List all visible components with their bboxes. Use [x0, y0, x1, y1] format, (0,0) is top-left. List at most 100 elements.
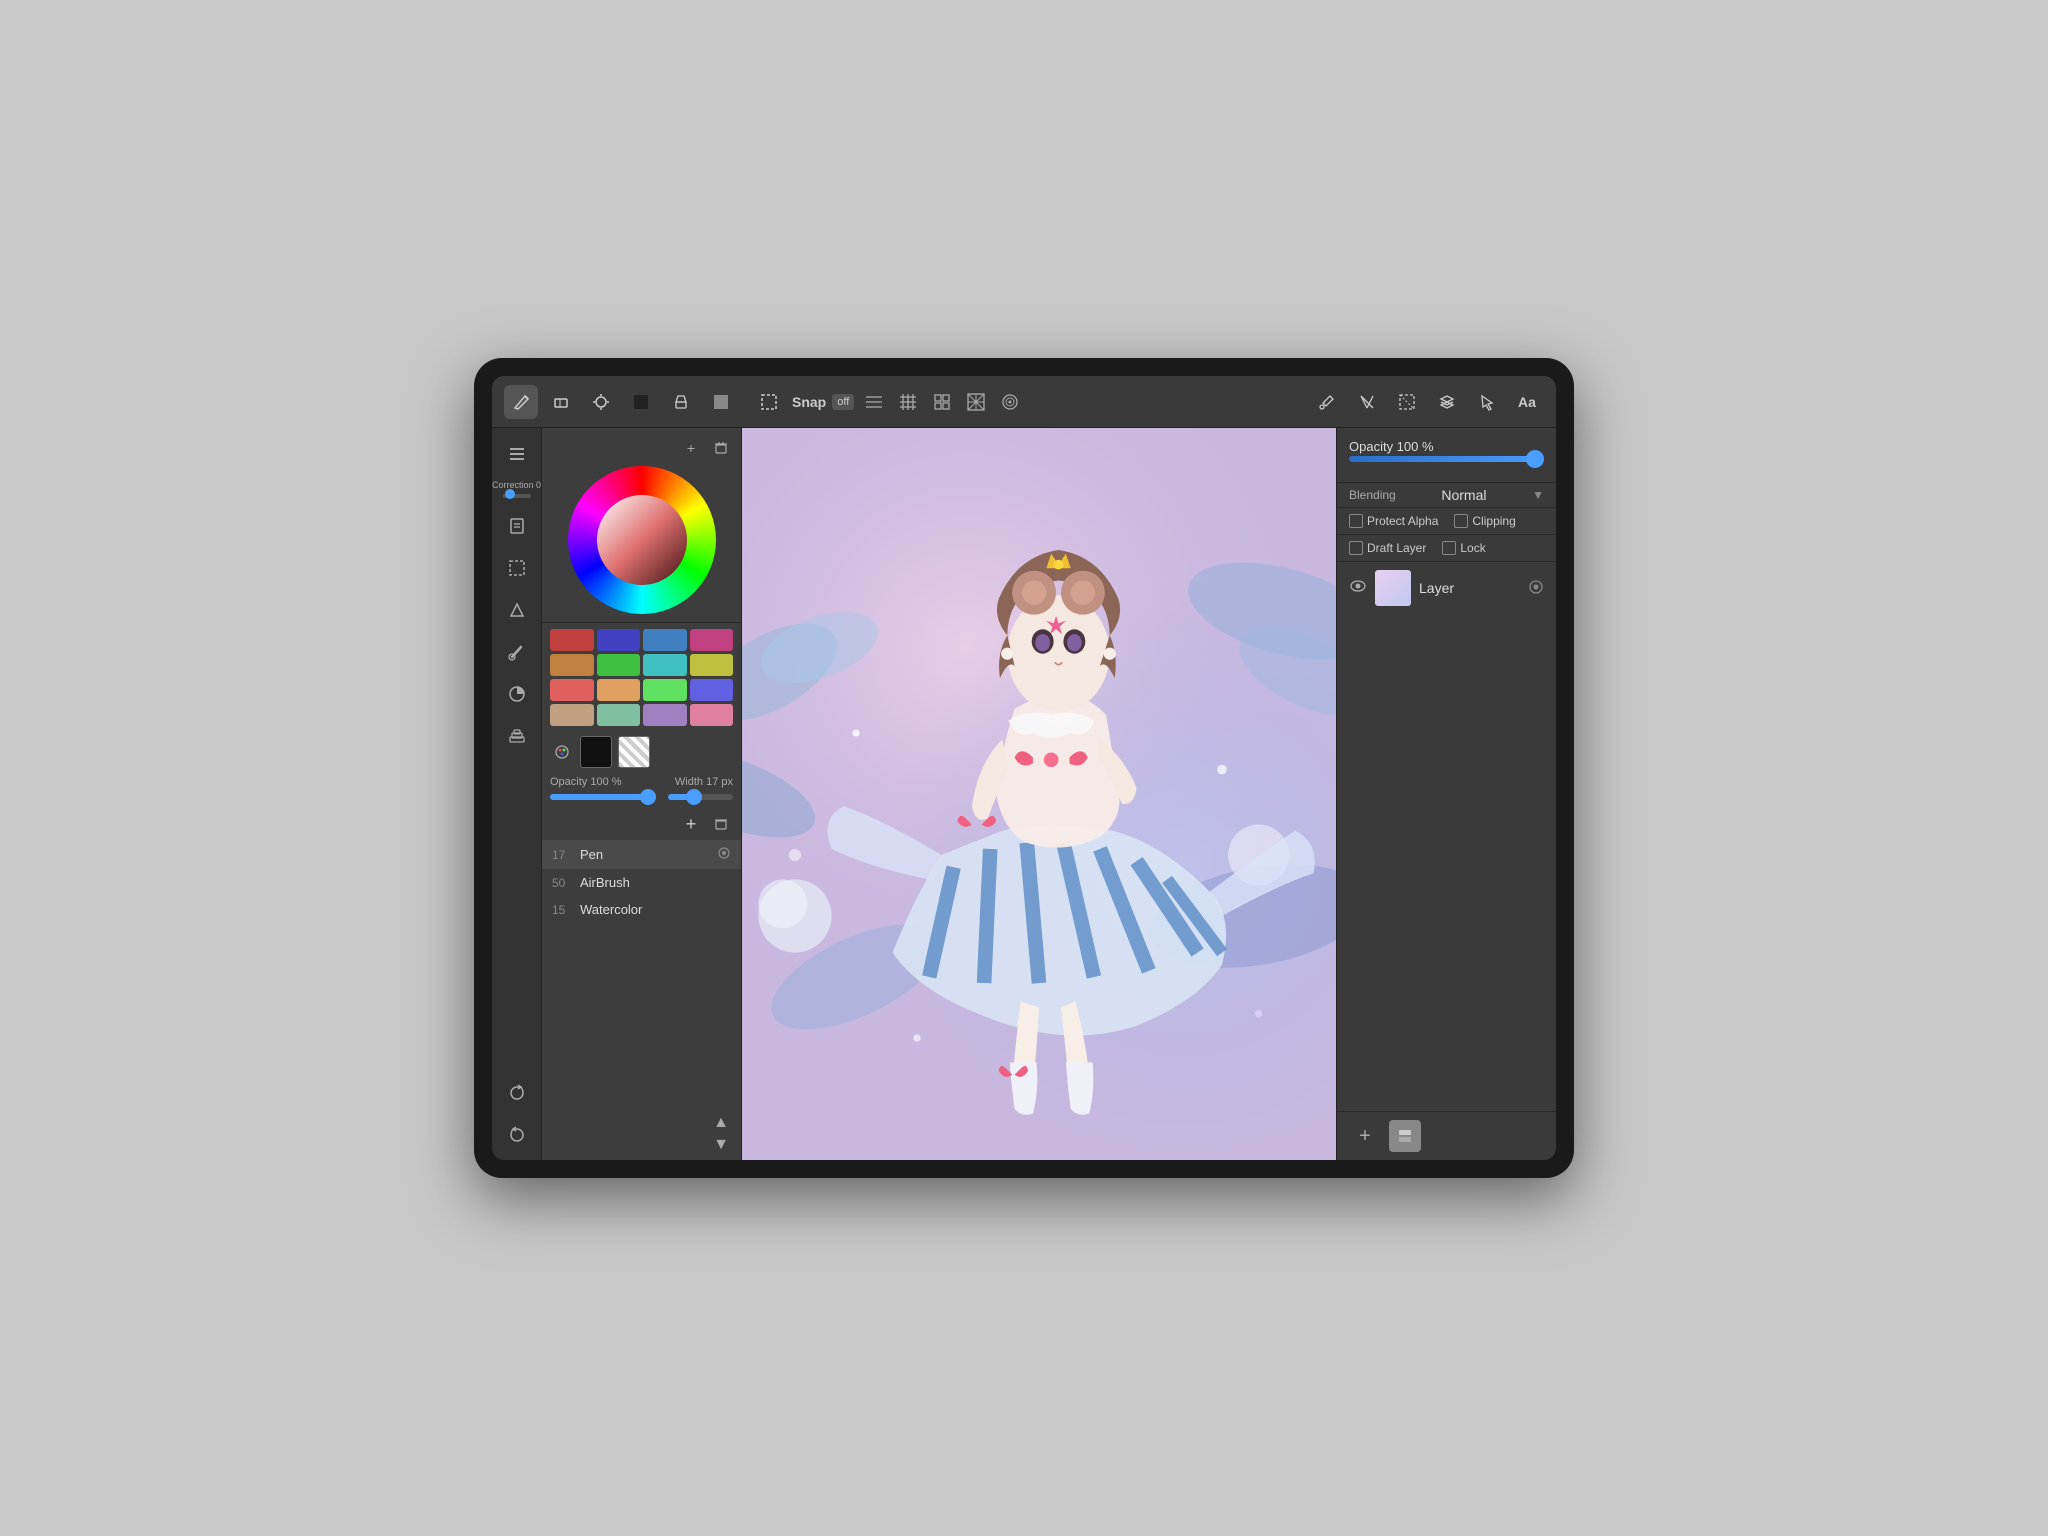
color-swatch[interactable] [643, 629, 687, 651]
layers-sidebar-btn[interactable] [499, 718, 535, 754]
opacity-percent-label: Opacity 100 % [1349, 439, 1434, 454]
layer-options-row-1: Protect Alpha Clipping [1337, 508, 1556, 535]
snap-section: Snap off [752, 385, 1024, 419]
protect-alpha-checkbox[interactable] [1349, 514, 1363, 528]
correction-slider-thumb[interactable] [505, 489, 515, 499]
layer-thumbnail [1375, 570, 1411, 606]
brush-name: AirBrush [580, 875, 731, 890]
snap-grid-btn[interactable] [894, 388, 922, 416]
clipping-label: Clipping [1472, 514, 1515, 528]
merge-layers-btn[interactable] [1389, 1120, 1421, 1152]
pen-tool-btn[interactable] [504, 385, 538, 419]
snap-off-badge[interactable]: off [832, 394, 854, 410]
add-color-btn[interactable]: + [679, 436, 703, 460]
scroll-down-btn[interactable]: ▼ [711, 1134, 731, 1156]
draft-layer-label: Draft Layer [1367, 541, 1426, 555]
cursor-btn[interactable] [1470, 385, 1504, 419]
brush-sidebar-btn[interactable] [499, 634, 535, 670]
brush-settings-btn[interactable] [717, 846, 731, 863]
lock-option: Lock [1442, 541, 1485, 555]
clipping-checkbox[interactable] [1454, 514, 1468, 528]
width-label: Width 17 px [675, 776, 733, 788]
opacity-thumb[interactable] [640, 789, 656, 805]
color-swatch[interactable] [597, 629, 641, 651]
color-swatch[interactable] [690, 654, 734, 676]
color-swatch[interactable] [550, 704, 594, 726]
eyedropper-btn[interactable] [1310, 385, 1344, 419]
color-wheel-section: + [542, 428, 741, 623]
opacity-slider-thumb[interactable] [1526, 450, 1544, 468]
color-swatch[interactable] [550, 679, 594, 701]
foreground-color[interactable] [580, 736, 612, 768]
add-layer-btn[interactable]: + [1349, 1120, 1381, 1152]
brush-item-watercolor[interactable]: 15 Watercolor [542, 896, 741, 923]
lock-label: Lock [1460, 541, 1485, 555]
lock-checkbox[interactable] [1442, 541, 1456, 555]
background-color[interactable] [618, 736, 650, 768]
layers-btn[interactable] [1430, 385, 1464, 419]
snap-square-btn[interactable] [928, 388, 956, 416]
lasso-btn[interactable] [1390, 385, 1424, 419]
right-panel: Opacity 100 % Blending Normal ▼ Protect … [1336, 428, 1556, 1160]
brush-name: Watercolor [580, 902, 731, 917]
delete-brush-btn[interactable] [709, 812, 733, 836]
bucket-tool-btn[interactable] [664, 385, 698, 419]
color-swatch[interactable] [643, 704, 687, 726]
trash-color-btn[interactable] [709, 436, 733, 460]
blending-row: Blending Normal ▼ [1337, 483, 1556, 508]
color-swatch[interactable] [597, 654, 641, 676]
scroll-up-btn[interactable]: ▲ [711, 1112, 731, 1134]
left-sidebar: Correction 0 [492, 428, 542, 1160]
brush-list-section: + 17 Pen [542, 808, 741, 1160]
gray-fill-btn[interactable] [704, 385, 738, 419]
canvas-area[interactable] [742, 428, 1336, 1160]
opacity-slider[interactable] [1349, 456, 1544, 462]
text-tool-btn[interactable]: Aa [1510, 385, 1544, 419]
clipping-option: Clipping [1454, 514, 1515, 528]
color-swatch[interactable] [690, 629, 734, 651]
transform-tool-btn[interactable] [584, 385, 618, 419]
selection-sidebar-btn[interactable] [499, 550, 535, 586]
brush-number: 50 [552, 876, 572, 890]
color-swatch[interactable] [550, 654, 594, 676]
selection-rect-btn[interactable] [752, 385, 786, 419]
color-swatch[interactable] [597, 679, 641, 701]
eraser-tool-btn[interactable] [544, 385, 578, 419]
correction-label: Correction 0 [492, 480, 541, 490]
fill-color-btn[interactable] [624, 385, 658, 419]
add-brush-btn[interactable]: + [679, 812, 703, 836]
brush-item-airbrush[interactable]: 50 AirBrush [542, 869, 741, 896]
snap-diagonal-btn[interactable] [962, 388, 990, 416]
shape-sidebar-btn[interactable] [499, 592, 535, 628]
blending-dropdown-arrow[interactable]: ▼ [1532, 488, 1544, 502]
color-wheel[interactable] [568, 466, 716, 614]
opacity-label: Opacity 100 % [550, 776, 622, 788]
snap-lines-btn[interactable] [860, 388, 888, 416]
color-sidebar-btn[interactable] [499, 676, 535, 712]
opacity-slider-track[interactable] [550, 794, 648, 800]
protect-alpha-option: Protect Alpha [1349, 514, 1438, 528]
brush-item-pen[interactable]: 17 Pen [542, 840, 741, 869]
undo-btn[interactable] [499, 1116, 535, 1152]
top-toolbar: Snap off [492, 376, 1556, 428]
draft-layer-checkbox[interactable] [1349, 541, 1363, 555]
menu-btn[interactable] [499, 436, 535, 472]
layer-item[interactable]: Layer [1337, 562, 1556, 614]
opacity-width-section: Opacity 100 % Width 17 px [542, 772, 741, 808]
width-thumb[interactable] [686, 789, 702, 805]
cut-btn[interactable] [1350, 385, 1384, 419]
snap-circle-btn[interactable] [996, 388, 1024, 416]
color-swatch[interactable] [690, 704, 734, 726]
color-swatch[interactable] [597, 704, 641, 726]
layer-settings-btn[interactable] [1528, 579, 1544, 598]
color-swatch[interactable] [643, 679, 687, 701]
layer-visibility-btn[interactable] [1349, 577, 1367, 600]
new-canvas-btn[interactable] [499, 508, 535, 544]
width-slider-track[interactable] [668, 794, 733, 800]
color-swatch[interactable] [643, 654, 687, 676]
palette-icon[interactable] [550, 740, 574, 764]
color-swatch[interactable] [550, 629, 594, 651]
redo-btn[interactable] [499, 1074, 535, 1110]
layer-bottom-bar: + [1337, 1111, 1556, 1160]
color-swatch[interactable] [690, 679, 734, 701]
